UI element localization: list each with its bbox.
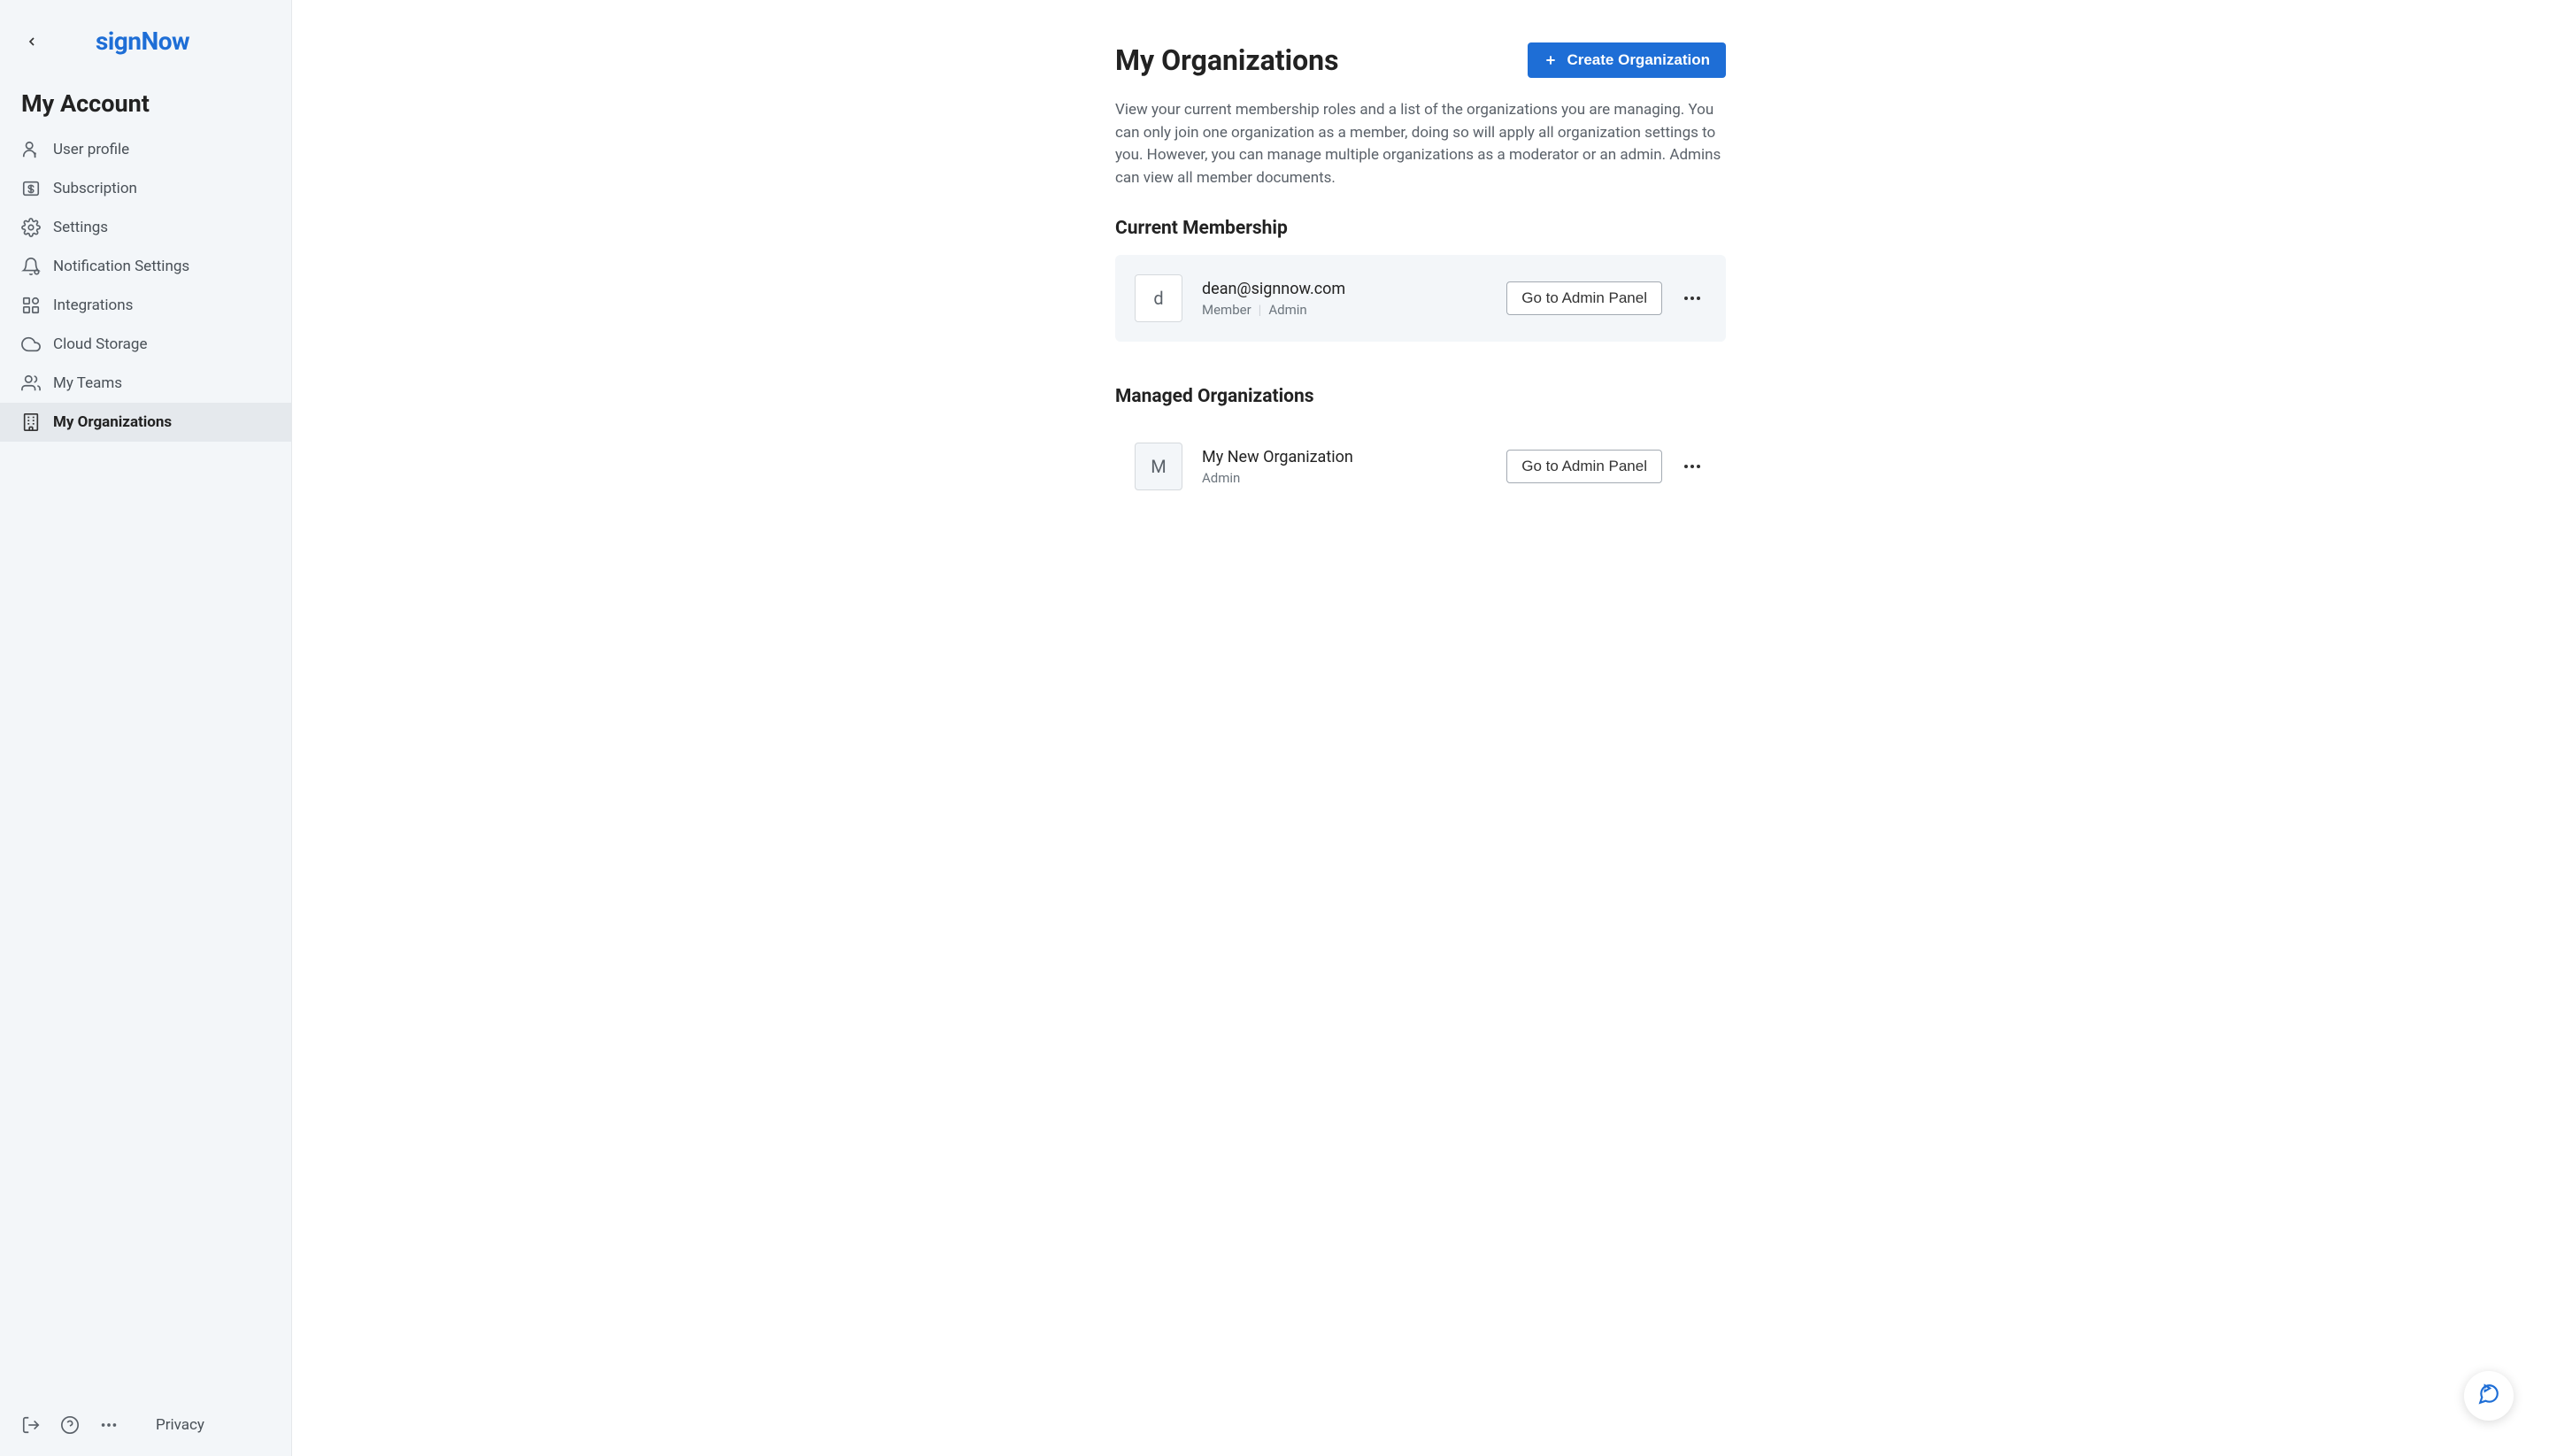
- more-icon[interactable]: [99, 1415, 119, 1435]
- sidebar-item-subscription[interactable]: Subscription: [0, 169, 291, 208]
- chat-fab-button[interactable]: [2464, 1371, 2514, 1421]
- cloud-icon: [21, 335, 41, 354]
- sidebar-item-label: Integrations: [53, 297, 133, 314]
- sidebar-item-integrations[interactable]: Integrations: [0, 286, 291, 325]
- main-content: My Organizations Create Organization Vie…: [292, 0, 2549, 1456]
- managed-orgs-title: Managed Organizations: [1115, 386, 1726, 407]
- page-header: My Organizations Create Organization: [1115, 42, 1726, 78]
- dollar-icon: [21, 179, 41, 198]
- admin-panel-button[interactable]: Go to Admin Panel: [1506, 281, 1662, 315]
- sidebar-item-label: My Organizations: [53, 413, 172, 431]
- users-icon: [21, 374, 41, 393]
- page-description: View your current membership roles and a…: [1115, 99, 1726, 189]
- admin-panel-button[interactable]: Go to Admin Panel: [1506, 450, 1662, 483]
- sidebar-item-settings[interactable]: Settings: [0, 208, 291, 247]
- nav-list: User profile Subscription Settings Notif…: [0, 130, 291, 1399]
- org-roles: Member | Admin: [1202, 302, 1506, 318]
- sidebar-section-title: My Account: [0, 77, 291, 130]
- back-chevron-icon[interactable]: [21, 31, 42, 52]
- more-options-button[interactable]: [1678, 284, 1706, 312]
- sidebar-item-label: Settings: [53, 219, 108, 236]
- plus-icon: [1544, 53, 1558, 67]
- sidebar-item-my-teams[interactable]: My Teams: [0, 364, 291, 403]
- org-role: Admin: [1202, 470, 1506, 486]
- privacy-link[interactable]: Privacy: [156, 1416, 204, 1434]
- role-separator: |: [1259, 302, 1262, 318]
- sidebar-item-label: Cloud Storage: [53, 335, 148, 353]
- create-organization-button[interactable]: Create Organization: [1528, 42, 1726, 78]
- role-admin: Admin: [1268, 302, 1306, 318]
- integrations-icon: [21, 296, 41, 315]
- page-title: My Organizations: [1115, 43, 1339, 77]
- chat-icon: [2477, 1383, 2500, 1409]
- more-options-button[interactable]: [1678, 452, 1706, 481]
- role-member: Member: [1202, 302, 1251, 318]
- sidebar-header: signNow: [0, 0, 291, 77]
- bell-gear-icon: [21, 257, 41, 276]
- avatar: M: [1135, 443, 1182, 490]
- managed-org-card: M My New Organization Admin Go to Admin …: [1115, 423, 1726, 510]
- org-info: My New Organization Admin: [1202, 448, 1506, 486]
- avatar: d: [1135, 274, 1182, 322]
- current-membership-title: Current Membership: [1115, 218, 1726, 239]
- sidebar-item-my-organizations[interactable]: My Organizations: [0, 403, 291, 442]
- user-icon: [21, 140, 41, 159]
- org-email: dean@signnow.com: [1202, 280, 1506, 298]
- building-icon: [21, 412, 41, 432]
- org-info: dean@signnow.com Member | Admin: [1202, 280, 1506, 318]
- sidebar: signNow My Account User profile Subscrip…: [0, 0, 292, 1456]
- org-name: My New Organization: [1202, 448, 1506, 466]
- sidebar-item-label: Subscription: [53, 180, 137, 197]
- membership-card: d dean@signnow.com Member | Admin Go to Ad…: [1115, 255, 1726, 342]
- sidebar-item-label: User profile: [53, 141, 129, 158]
- logout-icon[interactable]: [21, 1415, 41, 1435]
- sidebar-item-label: Notification Settings: [53, 258, 189, 275]
- create-button-label: Create Organization: [1567, 51, 1710, 69]
- sidebar-item-label: My Teams: [53, 374, 122, 392]
- sidebar-item-cloud-storage[interactable]: Cloud Storage: [0, 325, 291, 364]
- sidebar-footer: Privacy: [0, 1399, 291, 1456]
- gear-icon: [21, 218, 41, 237]
- help-icon[interactable]: [60, 1415, 80, 1435]
- sidebar-item-notification-settings[interactable]: Notification Settings: [0, 247, 291, 286]
- logo[interactable]: signNow: [96, 27, 189, 56]
- sidebar-item-user-profile[interactable]: User profile: [0, 130, 291, 169]
